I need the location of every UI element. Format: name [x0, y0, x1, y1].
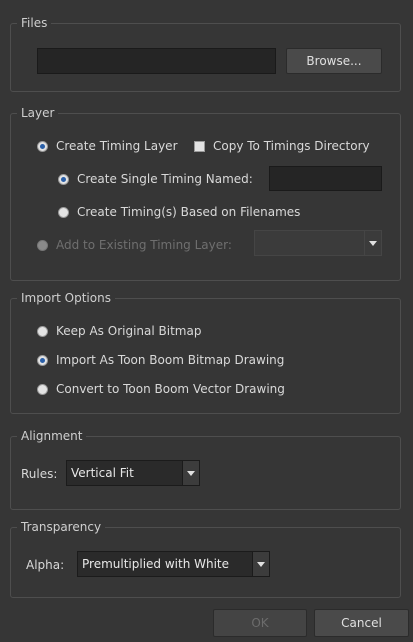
browse-button[interactable]: Browse... — [286, 48, 382, 74]
create-timing-layer-radio[interactable] — [37, 140, 48, 152]
convert-vector-label: Convert to Toon Boom Vector Drawing — [56, 382, 285, 396]
rules-dropdown[interactable]: Vertical Fit — [66, 460, 200, 486]
transparency-title: Transparency — [17, 519, 106, 535]
keep-original-radio[interactable] — [37, 325, 48, 337]
create-timings-filenames-option[interactable]: Create Timing(s) Based on Filenames — [58, 205, 300, 219]
add-existing-timing-label: Add to Existing Timing Layer: — [56, 238, 232, 252]
chevron-down-icon[interactable] — [182, 461, 199, 485]
create-timings-filenames-radio[interactable] — [58, 206, 69, 218]
create-single-timing-option[interactable]: Create Single Timing Named: — [58, 172, 253, 186]
alignment-group: Alignment Rules: Vertical Fit — [10, 428, 401, 510]
files-group-title: Files — [17, 15, 52, 31]
layer-group-title: Layer — [17, 105, 59, 121]
create-single-timing-radio[interactable] — [58, 173, 69, 185]
convert-vector-option[interactable]: Convert to Toon Boom Vector Drawing — [37, 382, 285, 396]
create-timings-filenames-label: Create Timing(s) Based on Filenames — [77, 205, 301, 219]
chevron-down-icon[interactable] — [252, 552, 269, 576]
rules-value: Vertical Fit — [71, 466, 134, 480]
alpha-value: Premultiplied with White — [82, 557, 230, 571]
import-toon-boom-bitmap-label: Import As Toon Boom Bitmap Drawing — [56, 353, 285, 367]
import-toon-boom-bitmap-option[interactable]: Import As Toon Boom Bitmap Drawing — [37, 353, 284, 367]
keep-original-label: Keep As Original Bitmap — [56, 324, 202, 338]
transparency-group: Transparency Alpha: Premultiplied with W… — [10, 519, 401, 598]
keep-original-option[interactable]: Keep As Original Bitmap — [37, 324, 201, 338]
layer-group: Layer Create Timing Layer Copy To Timing… — [10, 105, 401, 281]
create-timing-layer-option[interactable]: Create Timing Layer — [37, 139, 178, 153]
cancel-button[interactable]: Cancel — [314, 609, 409, 637]
copy-to-timings-checkbox[interactable] — [194, 140, 205, 152]
alpha-label: Alpha: — [26, 558, 65, 572]
create-timing-layer-label: Create Timing Layer — [56, 139, 178, 153]
rules-label: Rules: — [21, 467, 58, 481]
import-options-group: Import Options Keep As Original Bitmap I… — [10, 290, 401, 414]
ok-button[interactable]: OK — [213, 609, 307, 637]
alignment-title: Alignment — [17, 428, 87, 444]
add-existing-timing-radio[interactable] — [37, 239, 48, 251]
import-toon-boom-bitmap-radio[interactable] — [37, 354, 48, 366]
existing-timing-dropdown[interactable] — [254, 230, 382, 256]
convert-vector-radio[interactable] — [37, 383, 48, 395]
chevron-down-icon[interactable] — [364, 231, 381, 255]
timing-name-field[interactable] — [269, 166, 382, 191]
copy-to-timings-option[interactable]: Copy To Timings Directory — [194, 139, 370, 153]
file-path-field[interactable] — [37, 48, 276, 74]
copy-to-timings-label: Copy To Timings Directory — [213, 139, 370, 153]
import-options-title: Import Options — [17, 290, 115, 306]
create-single-timing-label: Create Single Timing Named: — [77, 172, 253, 186]
add-existing-timing-option[interactable]: Add to Existing Timing Layer: — [37, 238, 232, 252]
alpha-dropdown[interactable]: Premultiplied with White — [77, 551, 270, 577]
files-group: Files Browse... — [10, 15, 401, 92]
